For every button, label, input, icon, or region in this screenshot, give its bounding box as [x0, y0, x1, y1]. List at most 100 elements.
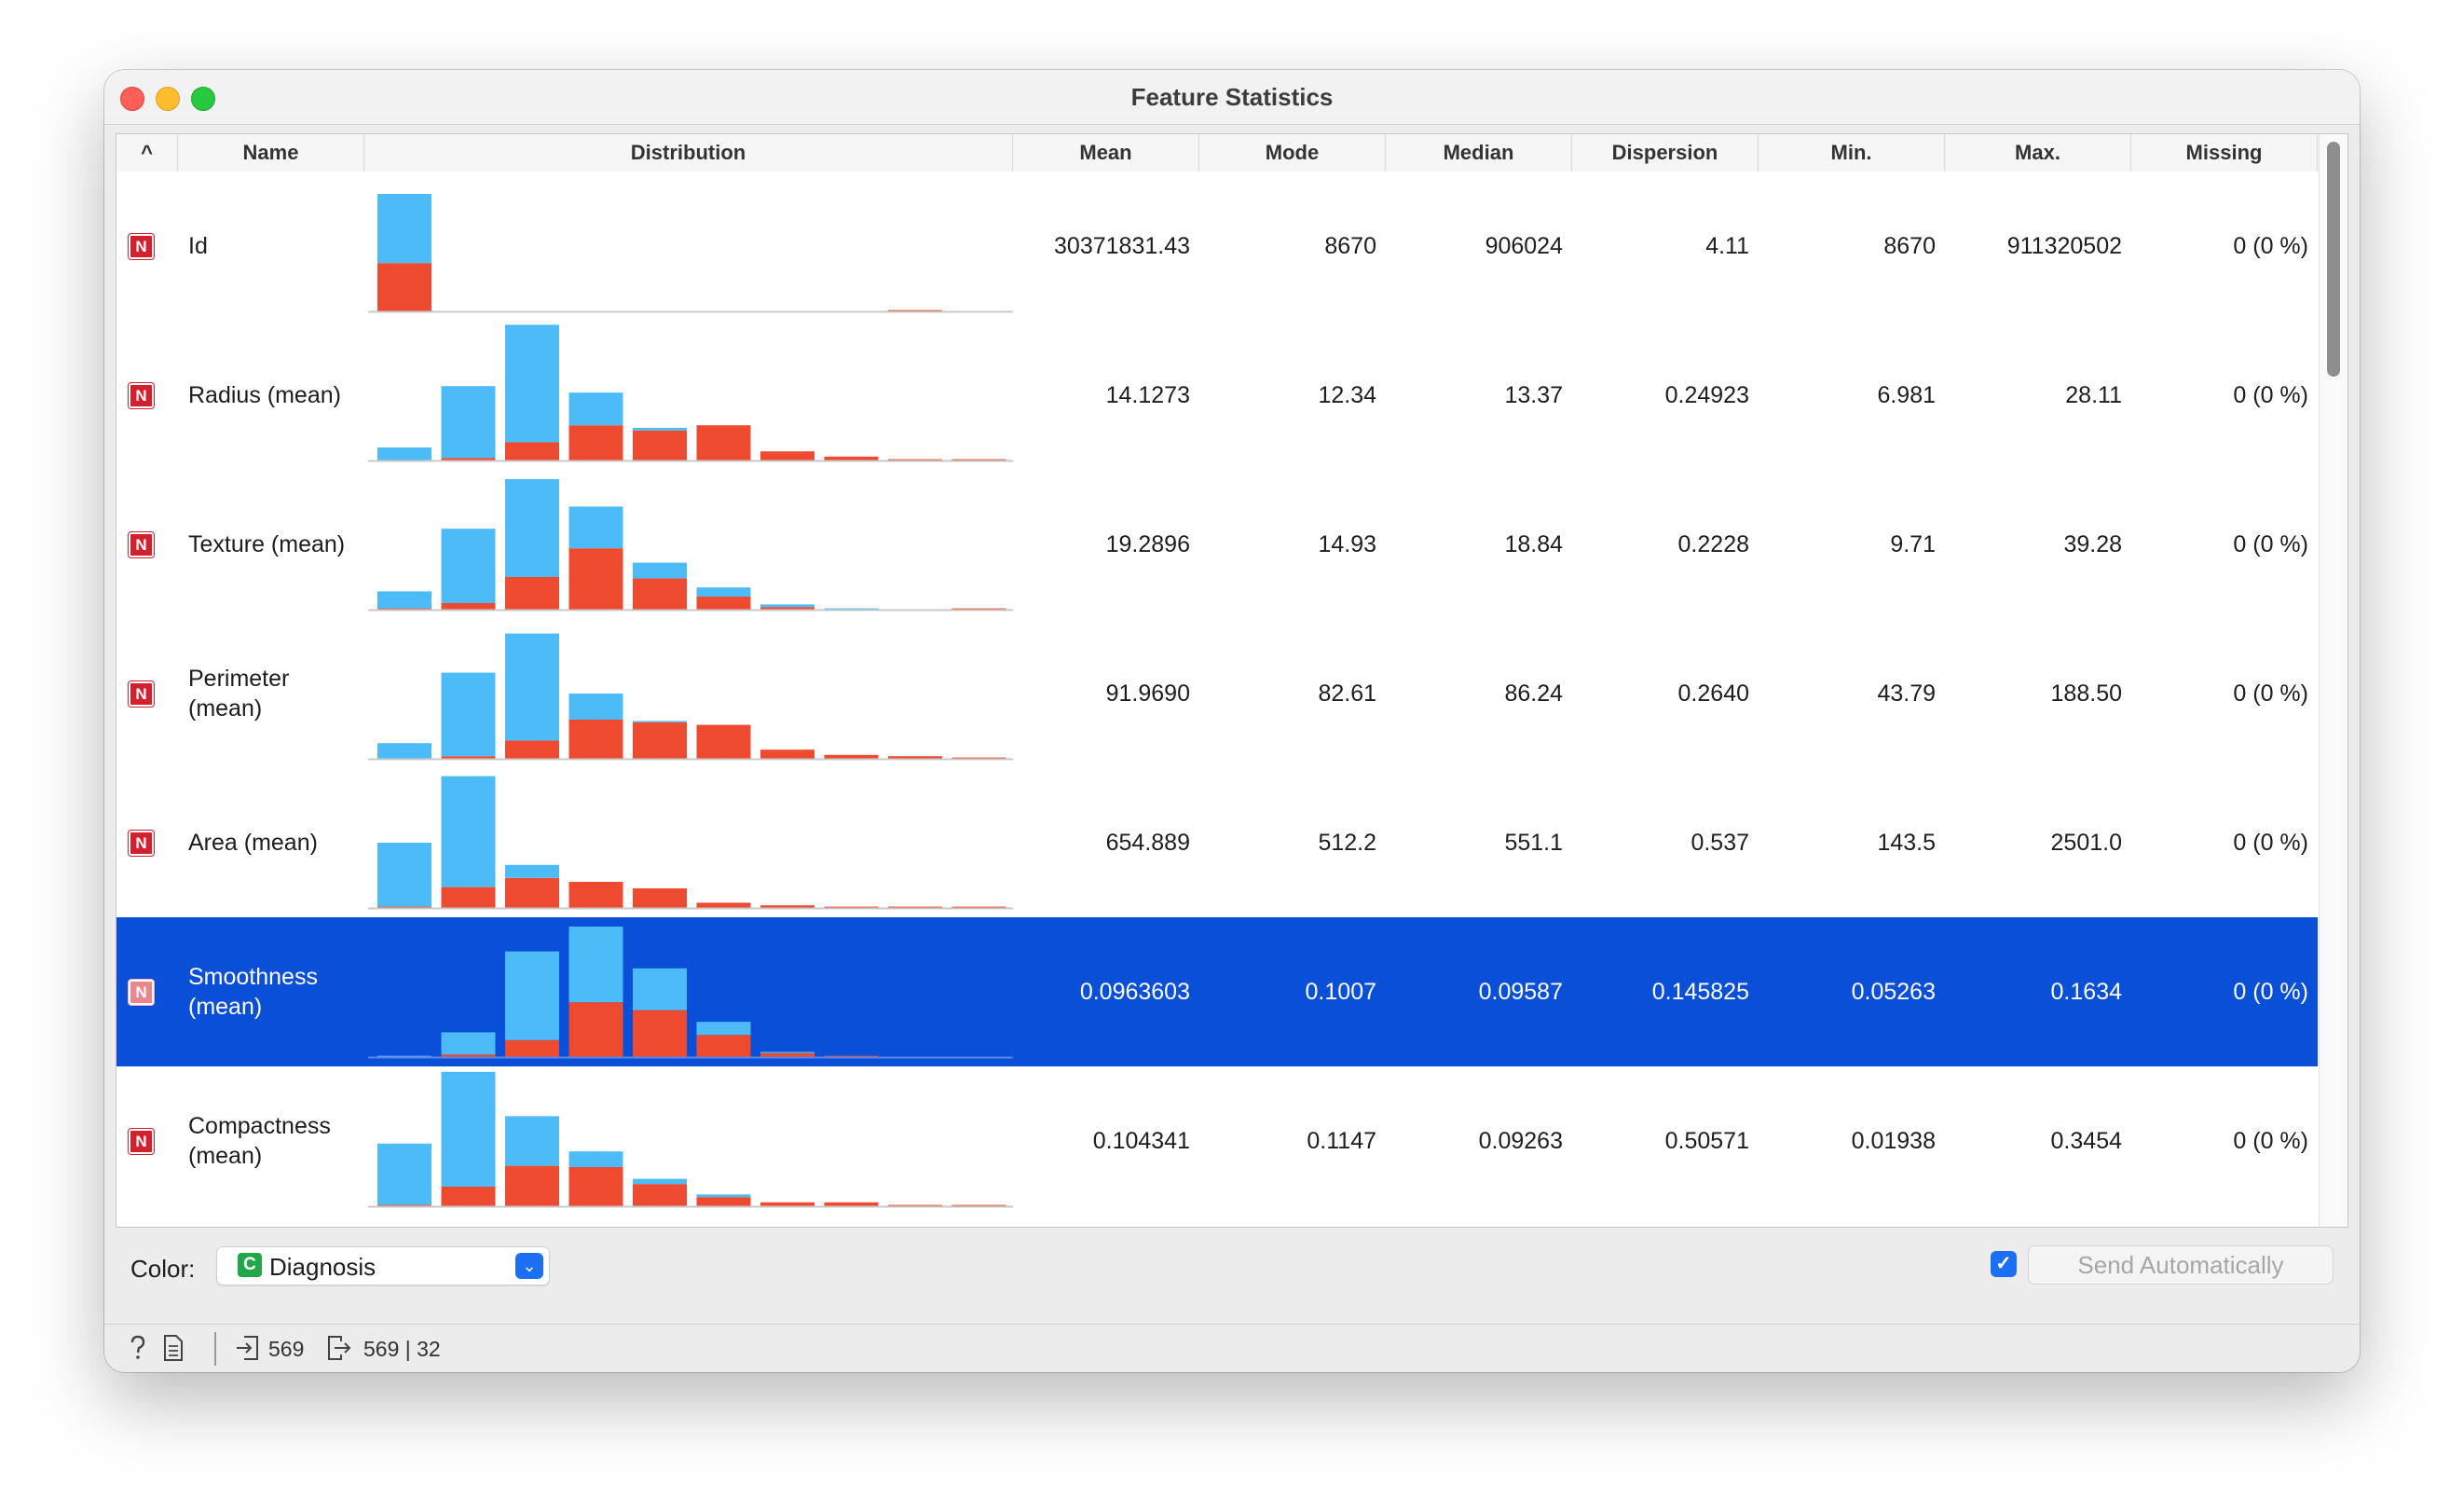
histogram-bar-malignant — [505, 877, 559, 908]
cell-max: 28.11 — [2065, 382, 2122, 408]
table-body: N Id 30371831.43 8670 906024 4.11 8670 91132050… — [116, 172, 2318, 1225]
table-row[interactable]: N Radius (mean) 14.1273 12.34 13.37 0.24923 6.… — [116, 321, 2318, 470]
histogram-bar-malignant — [568, 1167, 623, 1206]
cell-median: 13.37 — [1504, 382, 1563, 408]
table-row[interactable]: N Id 30371831.43 8670 906024 4.11 8670 91132050… — [116, 172, 2318, 321]
histogram-bar-malignant — [505, 740, 559, 759]
histogram-svg — [368, 324, 1013, 462]
distribution-histogram — [368, 768, 1013, 917]
send-automatically-button[interactable]: Send Automatically — [2028, 1245, 2334, 1285]
cell-mean: 91.9690 — [1105, 680, 1190, 707]
histogram-bar-benign — [441, 529, 496, 603]
histogram-svg — [368, 927, 1013, 1059]
statistics-table: ^ Name Distribution Mean Mode Median Dis… — [116, 133, 2348, 1228]
sort-column-header[interactable]: ^ — [116, 134, 178, 172]
histogram-bar-malignant — [633, 430, 687, 460]
feature-name: Area (mean) — [188, 830, 318, 856]
histogram-bar-benign — [568, 392, 623, 426]
histogram-bar-malignant — [633, 722, 687, 759]
histogram-bar-malignant — [824, 754, 879, 759]
histogram-bar-malignant — [696, 902, 751, 908]
cell-dispersion: 0.2228 — [1677, 531, 1749, 557]
cell-dispersion: 0.537 — [1691, 830, 1749, 856]
column-header-distribution[interactable]: Distribution — [364, 134, 1013, 172]
cell-median: 18.84 — [1504, 531, 1563, 557]
cell-median: 0.09587 — [1478, 979, 1563, 1005]
feature-name: Compactness (mean) — [188, 1113, 331, 1169]
histogram-bar-malignant — [633, 1010, 687, 1057]
column-header-min[interactable]: Min. — [1759, 134, 1945, 172]
numeric-variable-icon: N — [129, 1129, 154, 1154]
window-title: Feature Statistics — [1130, 83, 1334, 111]
input-count: 569 — [268, 1337, 305, 1361]
histogram-bar-malignant — [633, 1184, 687, 1206]
histogram-bar-benign — [696, 1022, 751, 1036]
cell-missing: 0 (0 %) — [2233, 830, 2308, 856]
histogram-bar-benign — [568, 694, 623, 720]
cell-mode: 14.93 — [1318, 531, 1376, 557]
feature-name: Smoothness (mean) — [188, 964, 318, 1020]
scrollbar-thumb[interactable] — [2327, 142, 2340, 377]
color-variable-combo[interactable]: C Diagnosis ⌄ — [216, 1246, 550, 1285]
help-icon[interactable] — [127, 1334, 149, 1368]
histogram-bar-benign — [760, 604, 814, 608]
histogram-bar-benign — [377, 843, 431, 907]
report-icon[interactable] — [162, 1334, 185, 1368]
chevron-down-icon[interactable]: ⌄ — [515, 1253, 543, 1279]
histogram-bar-benign — [633, 721, 687, 722]
cell-missing: 0 (0 %) — [2233, 680, 2308, 707]
cell-mean: 0.104341 — [1092, 1128, 1190, 1154]
column-header-name[interactable]: Name — [178, 134, 364, 172]
histogram-bar-benign — [377, 194, 431, 264]
table-row[interactable]: N Smoothness (mean) 0.0963603 0.1007 0.09587… — [116, 917, 2318, 1066]
histogram-bar-malignant — [696, 597, 751, 610]
sort-ascending-icon: ^ — [141, 141, 153, 164]
histogram-svg — [368, 633, 1013, 761]
distribution-histogram — [368, 321, 1013, 470]
column-header-median[interactable]: Median — [1386, 134, 1572, 172]
histogram-bar-malignant — [568, 1002, 623, 1057]
histogram-bar-benign — [505, 479, 559, 577]
feature-name: Texture (mean) — [188, 531, 346, 557]
column-header-mean[interactable]: Mean — [1013, 134, 1199, 172]
column-header-max[interactable]: Max. — [1945, 134, 2131, 172]
cell-min: 8670 — [1883, 233, 1936, 259]
histogram-bar-malignant — [568, 720, 623, 759]
table-row[interactable]: N Compactness (mean) 0.104341 0.1147 0.09263… — [116, 1066, 2318, 1216]
table-row[interactable]: N Area (mean) 654.889 512.2 551.1 0.537 143.5 2… — [116, 768, 2318, 917]
distribution-histogram — [368, 1066, 1013, 1216]
output-count: 569 | 32 — [363, 1337, 441, 1361]
cell-missing: 0 (0 %) — [2233, 233, 2308, 259]
histogram-bar-malignant — [696, 1197, 751, 1206]
numeric-variable-icon: N — [129, 532, 154, 557]
cell-mode: 12.34 — [1318, 382, 1376, 408]
cell-mean: 30371831.43 — [1054, 233, 1190, 259]
histogram-svg — [368, 194, 1013, 313]
table-row[interactable]: N Texture (mean) 19.2896 14.93 18.84 0.2228 9.… — [116, 470, 2318, 619]
histogram-bar-benign — [505, 1116, 559, 1166]
send-automatically-checkbox[interactable]: ✓ — [1991, 1251, 2017, 1277]
histogram-bar-benign — [633, 428, 687, 431]
status-separator — [214, 1332, 216, 1366]
histogram-bar-malignant — [505, 442, 559, 460]
vertical-scrollbar[interactable] — [2319, 134, 2348, 1227]
cell-max: 188.50 — [2050, 680, 2122, 707]
cell-median: 906024 — [1485, 233, 1563, 259]
categorical-variable-icon: C — [238, 1253, 262, 1277]
table-row[interactable]: N Perimeter (mean) 91.9690 82.61 86.24 0.2640… — [116, 619, 2318, 768]
histogram-bar-benign — [505, 864, 559, 878]
column-header-missing[interactable]: Missing — [2131, 134, 2318, 172]
cell-mean: 654.889 — [1105, 830, 1190, 856]
column-header-mode[interactable]: Mode — [1199, 134, 1386, 172]
histogram-bar-benign — [696, 587, 751, 597]
histogram-bar-benign — [633, 1178, 687, 1185]
cell-min: 143.5 — [1877, 830, 1936, 856]
histogram-bar-malignant — [441, 1187, 496, 1206]
cell-min: 43.79 — [1877, 680, 1936, 707]
cell-min: 6.981 — [1877, 382, 1936, 408]
histogram-svg — [368, 776, 1013, 910]
numeric-variable-icon: N — [129, 681, 154, 707]
input-data-icon — [235, 1334, 261, 1368]
column-header-dispersion[interactable]: Dispersion — [1572, 134, 1759, 172]
distribution-histogram — [368, 172, 1013, 321]
